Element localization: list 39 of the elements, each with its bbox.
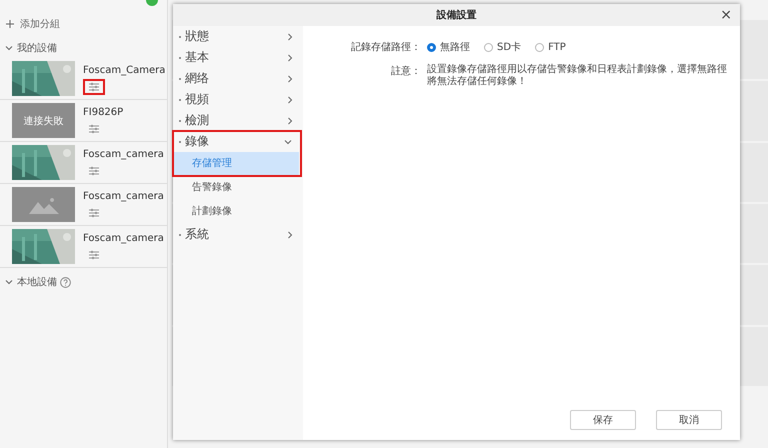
settings-submenu-item[interactable]: 計劃錄像 xyxy=(173,200,301,224)
field-label: 記錄存儲路徑： xyxy=(350,40,421,54)
chevron-right-icon xyxy=(285,52,295,62)
settings-menu-item[interactable]: 網络 xyxy=(173,68,303,89)
help-icon[interactable] xyxy=(60,276,71,288)
dialog-title: 設備設置 xyxy=(436,8,476,22)
chevron-right-icon xyxy=(285,94,295,104)
chevron-right-icon xyxy=(285,116,295,126)
settings-menu-item[interactable]: 基本 xyxy=(173,47,303,68)
device-group[interactable]: 本地設備 xyxy=(0,272,167,292)
settings-menu-item[interactable]: 狀態 xyxy=(173,26,303,47)
close-button[interactable]: × xyxy=(718,7,734,23)
camera-name: Foscam_camera xyxy=(83,233,164,244)
note-text: 設置錄像存儲路徑用以存儲告警錄像和日程表計劃錄像，選擇無路徑將無法存儲任何錄像！ xyxy=(427,64,728,88)
chevron-down-icon xyxy=(4,43,14,53)
camera-name: Foscam_camera xyxy=(83,149,164,160)
settings-menu-item[interactable]: 系統 xyxy=(173,224,303,245)
camera-name: Foscam_camera xyxy=(83,191,164,202)
field-label: 註意： xyxy=(390,64,421,78)
image-placeholder-icon xyxy=(28,196,58,214)
add-group-button[interactable]: 添加分組 xyxy=(0,14,167,34)
connection-status: 連接失敗 xyxy=(24,114,64,128)
chevron-right-icon xyxy=(285,230,295,240)
storage-path-radio[interactable]: 無路徑 xyxy=(427,40,470,54)
chevron-down-icon xyxy=(4,277,14,287)
dialog-button[interactable]: 取消 xyxy=(656,410,722,430)
dialog-button[interactable]: 保存 xyxy=(570,410,636,430)
chevron-right-icon xyxy=(285,74,295,84)
storage-path-radio[interactable]: FTP xyxy=(535,42,566,52)
storage-path-radio[interactable]: SD卡 xyxy=(484,40,522,54)
settings-menu-item[interactable]: 視頻 xyxy=(173,89,303,110)
camera-name: Foscam_Camera xyxy=(83,65,166,76)
settings-menu-item[interactable]: 錄像 xyxy=(173,131,301,152)
camera-name: FI9826P xyxy=(83,107,124,118)
settings-submenu-item[interactable]: 告警錄像 xyxy=(173,176,301,200)
chevron-right-icon xyxy=(285,32,295,42)
device-group[interactable]: 我的設備 xyxy=(0,38,167,58)
settings-menu-item[interactable]: 檢測 xyxy=(173,110,303,131)
plus-icon xyxy=(6,20,14,28)
